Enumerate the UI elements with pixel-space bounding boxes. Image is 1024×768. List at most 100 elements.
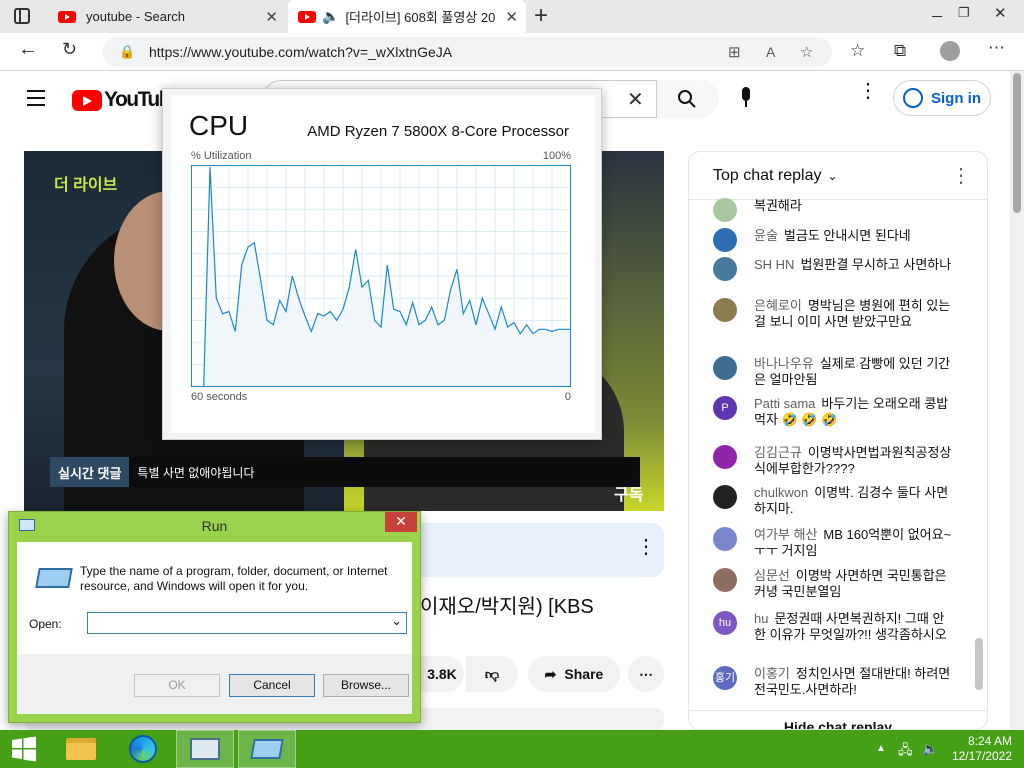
card-more-icon[interactable]: ⋮ (636, 537, 656, 557)
taskbar-task-manager[interactable] (176, 730, 234, 768)
hamburger-menu-icon[interactable] (27, 90, 45, 106)
description-card: ⋮ (420, 523, 664, 577)
app-available-icon[interactable]: ⊞ (728, 43, 741, 61)
clock-time: 8:24 AM (967, 734, 1012, 748)
close-window-icon[interactable]: ✕ (994, 4, 1007, 22)
run-title: Run (201, 518, 228, 534)
run-body: Type the name of a program, folder, docu… (17, 542, 412, 714)
more-actions-button[interactable]: ⋯ (628, 656, 664, 692)
tab-youtube-search[interactable]: youtube - Search ✕ (48, 0, 286, 33)
avatar[interactable]: 홍기 (713, 666, 737, 690)
start-button[interactable] (0, 730, 48, 768)
chat-more-icon[interactable]: ⋮ (951, 163, 971, 188)
url-text[interactable]: https://www.youtube.com/watch?v=_wXlxtnG… (149, 44, 452, 60)
volume-icon[interactable]: 🔈 (922, 741, 938, 757)
open-input[interactable]: ⌄ (87, 612, 407, 634)
banner-message: 특별 사면 없애야됩니다 (129, 457, 640, 487)
system-clock[interactable]: 8:24 AM 12/17/2022 (952, 734, 1012, 764)
avatar[interactable] (713, 257, 737, 281)
time-window-label: 60 seconds (191, 391, 248, 403)
clear-search-icon[interactable]: ✕ (627, 87, 644, 112)
back-icon[interactable]: ← (18, 38, 38, 61)
cpu-title: CPU (189, 110, 249, 141)
chevron-down-icon[interactable]: ⌄ (828, 169, 838, 183)
more-menu-icon[interactable]: ⋯ (988, 38, 1005, 58)
share-button[interactable]: ➦ Share (528, 656, 620, 692)
chat-author[interactable]: SH HN (754, 257, 794, 272)
sign-in-label: Sign in (931, 89, 981, 107)
microphone-icon[interactable] (739, 87, 753, 111)
taskbar-run[interactable] (238, 730, 296, 768)
browse-button[interactable]: Browse... (323, 674, 409, 697)
hide-chat-button[interactable]: Hide chat replay (689, 710, 987, 729)
chat-header[interactable]: Top chat replay ⌄ ⋮ (689, 152, 987, 200)
avatar[interactable] (713, 485, 737, 509)
chat-author[interactable]: 은혜로이 (754, 298, 802, 313)
cancel-button[interactable]: Cancel (229, 674, 315, 697)
chat-author[interactable]: 심문선 (754, 568, 790, 583)
like-count: 3.8K (427, 666, 457, 682)
chat-scrollbar[interactable] (975, 200, 983, 729)
chat-author[interactable]: 바나나우유 (754, 356, 814, 371)
utilization-label: % Utilization (191, 150, 252, 162)
profile-avatar[interactable] (940, 41, 960, 61)
dropdown-chevron-icon[interactable]: ⌄ (391, 613, 402, 629)
avatar[interactable] (713, 356, 737, 380)
address-bar[interactable]: 🔒 https://www.youtube.com/watch?v=_wXlxt… (102, 37, 832, 67)
avatar[interactable]: P (713, 396, 737, 420)
favorites-icon[interactable]: ☆ (850, 41, 865, 61)
chat-author[interactable]: 김김근규 (754, 445, 802, 460)
avatar[interactable] (713, 298, 737, 322)
page-scroll-thumb[interactable] (1013, 73, 1021, 213)
network-icon[interactable]: 🖧 (898, 741, 913, 763)
show-hidden-icons[interactable]: ▲ (876, 743, 886, 754)
chat-author[interactable]: 이홍기 (754, 666, 790, 681)
avatar[interactable] (713, 527, 737, 551)
new-tab-button[interactable]: + (534, 2, 548, 30)
collections-icon[interactable]: ⧉ (894, 41, 906, 61)
minimize-icon[interactable] (932, 16, 942, 17)
run-close-button[interactable]: ✕ (385, 512, 417, 532)
settings-more-icon[interactable]: ⋮ (858, 81, 878, 101)
chat-author[interactable]: 여가부 해산 (754, 527, 817, 542)
read-aloud-icon[interactable]: A (766, 44, 775, 60)
refresh-icon[interactable]: ↻ (62, 39, 77, 60)
taskbar-file-explorer[interactable] (52, 730, 110, 768)
tab-live-video[interactable]: 🔈 [더라이브] 608회 풀영상 20 ✕ (288, 0, 526, 33)
avatar[interactable] (713, 445, 737, 469)
add-favorite-icon[interactable]: ☆ (800, 43, 813, 61)
tab-title: youtube - Search (86, 9, 186, 24)
tab-actions-icon[interactable] (14, 8, 30, 24)
chat-author[interactable]: chulkwon (754, 485, 808, 500)
like-button[interactable]: 3.8K (420, 656, 464, 692)
chat-author[interactable]: 윤술 (754, 228, 778, 243)
run-footer: OK Cancel Browse... (17, 654, 412, 714)
restore-icon[interactable]: ❐ (958, 5, 970, 21)
run-dialog[interactable]: Run ✕ Type the name of a program, folder… (8, 511, 421, 723)
chat-author[interactable]: Patti sama (754, 396, 815, 411)
taskbar-edge[interactable] (114, 730, 172, 768)
ok-button[interactable]: OK (134, 674, 220, 697)
avatar[interactable] (713, 228, 737, 252)
close-tab-icon[interactable]: ✕ (265, 8, 278, 26)
avatar[interactable] (713, 198, 737, 222)
dislike-button[interactable]: 👎︎ (466, 656, 518, 692)
cpu-performance-window[interactable]: CPU AMD Ryzen 7 5800X 8-Core Processor %… (162, 88, 602, 440)
chat-mode-label[interactable]: Top chat replay (713, 167, 822, 185)
sign-in-button[interactable]: Sign in (893, 80, 991, 116)
avatar[interactable]: hu (713, 611, 737, 635)
chat-message-body: 심문선 이명박 사면하면 국민통합은 커녕 국민분열임 (754, 568, 954, 600)
tab-title: [더라이브] 608회 풀영상 20 (345, 10, 496, 25)
run-titlebar[interactable]: Run ✕ (9, 512, 420, 540)
page-scrollbar[interactable] (1010, 71, 1024, 730)
search-button[interactable] (656, 80, 718, 118)
chat-scroll-thumb[interactable] (975, 638, 983, 690)
clock-date: 12/17/2022 (951, 749, 1012, 763)
chat-author[interactable]: hu (754, 611, 768, 626)
more-actions-icon: ⋯ (639, 665, 653, 682)
close-tab-icon[interactable]: ✕ (505, 8, 518, 26)
avatar[interactable] (713, 568, 737, 592)
speaker-icon[interactable]: 🔈 (322, 8, 339, 25)
lock-icon[interactable]: 🔒 (119, 44, 135, 60)
browser-tab-bar: youtube - Search ✕ 🔈 [더라이브] 608회 풀영상 20 … (0, 0, 1024, 33)
